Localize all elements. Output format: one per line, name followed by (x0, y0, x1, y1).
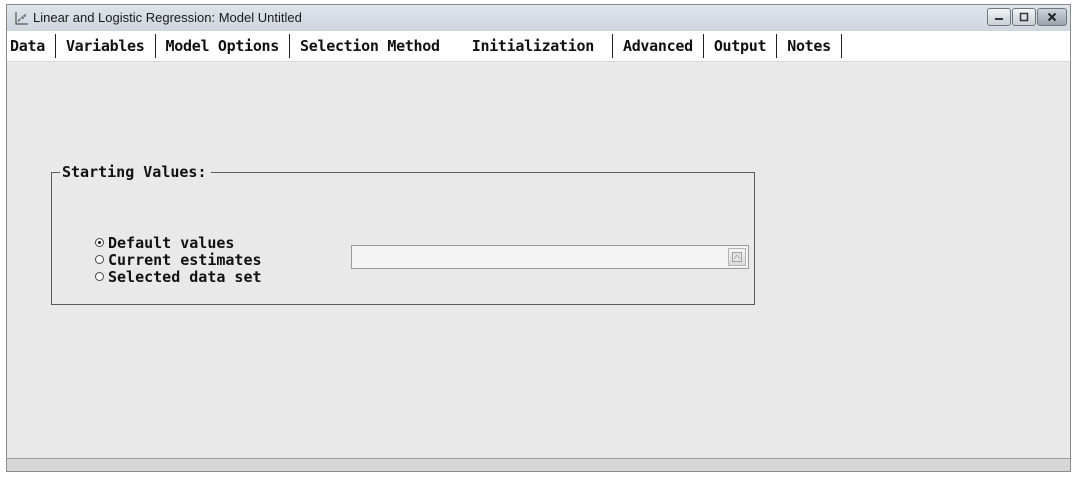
window-controls (986, 8, 1067, 28)
window-title: Linear and Logistic Regression: Model Un… (33, 10, 302, 25)
close-icon (1047, 12, 1057, 22)
tab-output[interactable]: Output (704, 34, 778, 58)
tab-notes[interactable]: Notes (777, 34, 842, 58)
tab-variables[interactable]: Variables (56, 34, 156, 58)
tab-selection-method[interactable]: Selection Method (290, 34, 450, 58)
radio-label-default-values: Default values (108, 233, 235, 252)
tab-model-options[interactable]: Model Options (156, 34, 291, 58)
radio-selected-data-set[interactable]: Selected data set (95, 267, 262, 286)
dataset-browse-button[interactable] (728, 248, 746, 266)
radio-current-estimates[interactable]: Current estimates (95, 250, 262, 269)
chart-icon (15, 12, 28, 25)
starting-values-legend: Starting Values: (62, 163, 207, 181)
minimize-icon (995, 18, 1003, 20)
radio-button-checked[interactable] (95, 238, 104, 247)
title-bar[interactable]: Linear and Logistic Regression: Model Un… (7, 5, 1070, 32)
tab-advanced[interactable]: Advanced (613, 34, 704, 58)
tab-bar-divider (7, 61, 1070, 62)
tab-bar: Data Variables Model Options Selection M… (7, 31, 1070, 61)
maximize-button[interactable] (1012, 8, 1036, 26)
browse-icon (732, 252, 742, 262)
radio-default-values[interactable]: Default values (95, 233, 235, 252)
tab-initialization[interactable]: Initialization (450, 34, 613, 58)
radio-button[interactable] (95, 255, 104, 264)
regression-dialog-window: Linear and Logistic Regression: Model Un… (6, 4, 1071, 472)
radio-button[interactable] (95, 272, 104, 281)
minimize-button[interactable] (987, 8, 1011, 26)
radio-label-current-estimates: Current estimates (108, 250, 262, 269)
radio-label-selected-data-set: Selected data set (108, 267, 262, 286)
status-bar (7, 458, 1070, 471)
tab-data[interactable]: Data (7, 34, 56, 58)
close-button[interactable] (1037, 8, 1067, 26)
dataset-select[interactable] (351, 245, 749, 269)
maximize-icon (1019, 12, 1029, 22)
